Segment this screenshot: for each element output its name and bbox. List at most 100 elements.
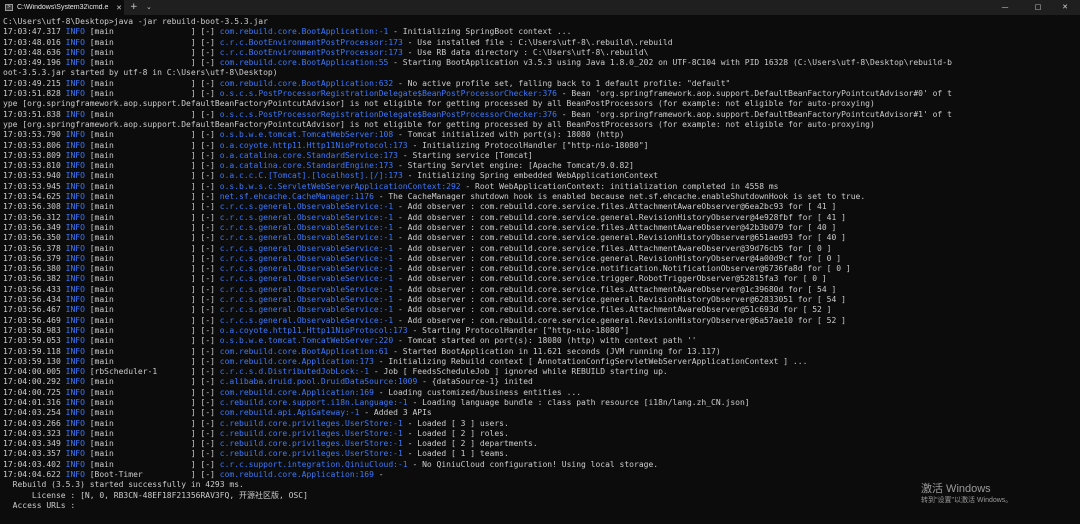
thread: [main ] [89,387,196,397]
logger: c.r.c.s.general.ObservableService:-1 [219,233,394,243]
message: - Add observer : com.rebuild.core.servic… [393,233,846,243]
thread: [main ] [89,222,196,232]
log-line: 17:04:03.323 INFO [main ] [-] c.rebuild.… [3,429,1078,439]
logger: o.s.b.w.e.tomcat.TomcatWebServer:220 [219,336,394,346]
log-level: INFO [65,89,85,99]
log-level: INFO [65,367,85,377]
log-line: 17:03:56.312 INFO [main ] [-] c.r.c.s.ge… [3,213,1078,223]
separator: [-] [195,377,220,387]
thread: [main ] [89,171,196,181]
logger: c.r.c.s.general.ObservableService:-1 [219,274,394,284]
timestamp: 17:03:54.625 [3,192,61,202]
message: - Root WebApplicationContext: initializa… [460,181,779,191]
thread: [Boot-Timer ] [89,470,196,480]
timestamp: 17:03:56.308 [3,202,61,212]
timestamp: 17:03:53.810 [3,161,61,171]
log-level: INFO [65,470,85,480]
timestamp: 17:03:53.806 [3,140,61,150]
timestamp: 17:03:51.828 [3,89,61,99]
log-level: INFO [65,284,85,294]
message: - Starting service [Tomcat] [398,150,533,160]
message: - Loading language bundle : class path r… [407,397,750,407]
thread: [main ] [89,243,196,253]
message: - The CacheManager shutdown hook is enab… [373,192,866,202]
thread: [main ] [89,130,196,140]
timestamp: 17:04:01.316 [3,397,61,407]
timestamp: 17:04:03.402 [3,459,61,469]
message: - Bean 'org.springframework.aop.support.… [556,109,952,119]
command-line: C:\Users\utf-8\Desktop>java -jar rebuild… [3,17,268,26]
logger: c.r.c.s.general.ObservableService:-1 [219,202,394,212]
timestamp: 17:04:03.266 [3,418,61,428]
close-button[interactable]: ✕ [1050,0,1080,15]
title-bar: > C:\Windows\System32\cmd.e ✕ + ⌄ — □ ✕ [0,0,1080,15]
message: - Add observer : com.rebuild.core.servic… [393,264,851,274]
separator: [-] [195,27,220,37]
log-line: 17:04:00.725 INFO [main ] [-] com.rebuil… [3,388,1078,398]
thread: [main ] [89,284,196,294]
terminal-tab[interactable]: > C:\Windows\System32\cmd.e ✕ [0,0,124,15]
timestamp: 17:03:56.312 [3,212,61,222]
timestamp: 17:03:47.317 [3,27,61,37]
log-line: 17:03:59.053 INFO [main ] [-] o.s.b.w.e.… [3,336,1078,346]
timestamp: 17:03:56.433 [3,284,61,294]
tab-close-icon[interactable]: ✕ [114,4,124,12]
separator: [-] [195,315,220,325]
logger: c.rebuild.core.privileges.UserStore:-1 [219,418,403,428]
logger: com.rebuild.core.Application:169 [219,387,374,397]
separator: [-] [195,387,220,397]
log-level: INFO [65,150,85,160]
maximize-button[interactable]: □ [1023,0,1053,15]
timestamp: 17:03:56.380 [3,264,61,274]
logger: o.s.b.w.s.c.ServletWebServerApplicationC… [219,181,461,191]
log-output: 17:03:47.317 INFO [main ] [-] com.rebuil… [3,27,1078,511]
log-level: INFO [65,47,85,57]
thread: [main ] [89,202,196,212]
separator: [-] [195,253,220,263]
logger: c.r.c.s.general.ObservableService:-1 [219,305,394,315]
log-level: INFO [65,192,85,202]
logger: c.r.c.s.d.DistributedJobLock:-1 [219,367,370,377]
separator: [-] [195,37,220,47]
log-line: 17:03:53.809 INFO [main ] [-] o.a.catali… [3,151,1078,161]
timestamp: 17:04:00.725 [3,387,61,397]
log-level: INFO [65,222,85,232]
timestamp: 17:03:53.940 [3,171,61,181]
watermark-title: 激活 Windows [921,483,991,495]
cmd-icon: > [5,4,13,11]
message: - Initializing Spring embedded WebApplic… [402,171,659,181]
logger: com.rebuild.core.BootApplication:632 [219,78,394,88]
logger: com.rebuild.core.BootApplication:-1 [219,27,389,37]
logger: c.rebuild.core.privileges.UserStore:-1 [219,428,403,438]
message: - Added 3 APIs [359,408,432,418]
log-line: 17:03:48.016 INFO [main ] [-] c.r.c.Boot… [3,38,1078,48]
logger: c.r.c.s.general.ObservableService:-1 [219,284,394,294]
logger: com.rebuild.core.Application:173 [219,356,374,366]
logger: c.r.c.BootEnvironmentPostProcessor:173 [219,37,403,47]
logger: c.rebuild.core.support.i18n.Language:-1 [219,397,408,407]
log-line: Rebuild (3.5.3) started successfully in … [3,480,244,490]
log-level: INFO [65,161,85,171]
log-level: INFO [65,418,85,428]
logger: net.sf.ehcache.CacheManager:1176 [219,192,374,202]
log-level: INFO [65,58,85,68]
separator: [-] [195,295,220,305]
thread: [main ] [89,27,196,37]
terminal-output[interactable]: C:\Users\utf-8\Desktop>java -jar rebuild… [3,17,1078,511]
log-level: INFO [65,171,85,181]
message: - No QiniuCloud configuration! Using loc… [407,459,659,469]
separator: [-] [195,89,220,99]
timestamp: 17:03:56.350 [3,233,61,243]
thread: [main ] [89,439,196,449]
logger: c.r.c.s.general.ObservableService:-1 [219,243,394,253]
log-level: INFO [65,387,85,397]
new-tab-button[interactable]: + [130,0,138,15]
thread: [main ] [89,47,196,57]
log-line: 17:04:04.622 INFO [Boot-Timer ] [-] com.… [3,470,1078,480]
log-level: INFO [65,78,85,88]
logger: c.r.c.support.integration.QiniuCloud:-1 [219,459,408,469]
minimize-button[interactable]: — [990,0,1020,15]
message: - Loaded [ 3 ] users. [402,418,509,428]
log-line: Access URLs : [3,500,76,510]
chevron-down-icon[interactable]: ⌄ [146,0,152,15]
